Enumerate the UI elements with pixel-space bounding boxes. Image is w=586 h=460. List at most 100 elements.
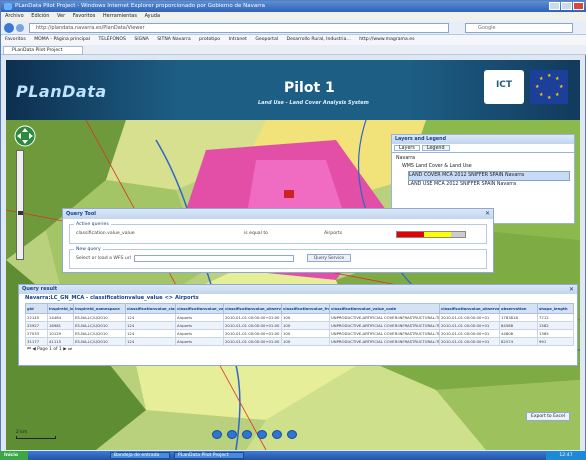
pilot-subtitle: Land Use - Land Cover Analysis System — [258, 100, 369, 106]
table-cell: UNPRODUCTIVE-ARTIFICIAL COVER:INFRASTRUC… — [329, 321, 440, 330]
next-page-icon[interactable]: ▶ — [63, 347, 66, 352]
taskbar-app-mail[interactable]: Bandeja de entrada — [110, 452, 170, 459]
active-query-value: Airports — [324, 231, 343, 236]
menu-help[interactable]: Ayuda — [145, 13, 160, 19]
favorite-link[interactable]: TELÉFONOS — [99, 37, 126, 42]
table-cell: UNPRODUCTIVE-ARTIFICIAL COVER:INFRASTRUC… — [329, 313, 440, 322]
column-header[interactable]: classificationvalue_fraction — [281, 303, 330, 314]
taskbar-app-browser[interactable]: PLanData Pilot Project — [174, 452, 244, 459]
page-indicator[interactable]: Page 1 of 1 — [37, 347, 62, 352]
forward-icon[interactable] — [16, 24, 24, 32]
menu-bar: Archivo Edición Ver Favoritos Herramient… — [1, 12, 586, 21]
pan-control-icon[interactable] — [14, 125, 36, 147]
wfs-url-select[interactable] — [134, 255, 294, 262]
back-icon[interactable] — [4, 23, 14, 33]
column-header[interactable]: observation — [499, 303, 538, 314]
query-service-button[interactable]: Query Service — [307, 254, 351, 262]
menu-edit[interactable]: Edición — [31, 13, 49, 19]
table-row[interactable]: 31177 41115 ES-NA-LC/U/2010 124 Airports… — [25, 337, 574, 346]
table-cell: 100 — [281, 321, 330, 330]
favorite-link[interactable]: MOMA - Página principal — [34, 37, 90, 42]
query-tool-window: Query Tool ✕ Active queries classificati… — [62, 208, 494, 273]
table-cell: 2010-01-01 00:00:00+01 — [439, 337, 500, 346]
table-cell: ES-NA-LC/U/2010 — [73, 321, 126, 330]
query-result-header: Query result ✕ — [19, 285, 577, 294]
active-query-row: classification.value_value is equal to A… — [74, 229, 482, 239]
url-input[interactable]: http://plandata.navarra.es/PlanData/View… — [29, 23, 449, 33]
new-query-fieldset: New query Select or load a WFS url Query… — [69, 247, 487, 269]
maximize-button[interactable] — [561, 2, 572, 10]
window-controls — [549, 2, 584, 10]
browser-tab[interactable]: PLanData Pilot Project — [3, 46, 83, 55]
address-bar: http://plandata.navarra.es/PlanData/View… — [1, 21, 586, 35]
table-cell: 1783818 — [499, 313, 538, 322]
table-cell: Airports — [175, 329, 224, 338]
start-button[interactable]: Inicio — [0, 451, 28, 460]
close-button[interactable] — [573, 2, 584, 10]
tab-layers[interactable]: Layers — [394, 145, 420, 151]
active-query-color-bar[interactable] — [396, 231, 466, 238]
menu-favorites[interactable]: Favoritos — [73, 13, 96, 19]
last-page-icon[interactable]: ⏭ — [68, 347, 72, 352]
map-bottom-toolbar — [212, 430, 297, 439]
table-row[interactable]: 22145 14464 ES-NA-LC/U/2010 124 Airports… — [25, 313, 574, 322]
column-header[interactable]: classificationvalue_value_code — [329, 303, 440, 314]
title-bar: PLanData Pilot Project - Windows Interne… — [1, 1, 586, 12]
layer-group-navarra[interactable]: Navarra — [396, 155, 570, 163]
menu-tools[interactable]: Herramientas — [103, 13, 137, 19]
measure-tool-icon[interactable] — [272, 430, 282, 439]
scale-label: 2 km — [16, 430, 28, 435]
zoom-slider-thumb[interactable] — [18, 211, 23, 215]
table-row[interactable]: 27033 10129 ES-NA-LC/U/2010 124 Airports… — [25, 329, 574, 338]
first-page-icon[interactable]: ⏮ — [27, 347, 31, 352]
table-cell: 84568 — [499, 321, 538, 330]
new-query-row: Select or load a WFS url Query Service — [74, 254, 482, 264]
close-icon[interactable]: ✕ — [569, 285, 574, 294]
column-header[interactable]: gid — [25, 303, 48, 314]
zoom-slider[interactable] — [16, 150, 24, 260]
query-result-table: gid inspireid_localid inspireid_namespac… — [25, 303, 574, 346]
favorite-link[interactable]: SITNA Navarra — [157, 37, 190, 42]
layer-item-land-cover[interactable]: LAND COVER MCA 2012 SNIFFER SPAIN Navarr… — [408, 171, 570, 181]
column-header[interactable]: classificationvalue_value — [175, 303, 224, 314]
table-cell: UNPRODUCTIVE-ARTIFICIAL COVER:INFRASTRUC… — [329, 337, 440, 346]
table-cell: 124 — [125, 329, 176, 338]
favorite-link[interactable]: http://www.magrama.es — [359, 37, 414, 42]
pan-tool-icon[interactable] — [242, 430, 252, 439]
search-input[interactable]: Google — [465, 23, 573, 33]
layer-group-wms[interactable]: WMS Land Cover & Land Use — [396, 163, 570, 171]
favorite-link[interactable]: Desarrollo Rural, Industria... — [287, 37, 351, 42]
scale-line — [16, 436, 56, 439]
table-cell: 82574 — [499, 337, 538, 346]
table-cell: 27033 — [25, 329, 48, 338]
zoom-out-tool-icon[interactable] — [227, 430, 237, 439]
table-cell: ES-NA-LC/U/2010 — [73, 337, 126, 346]
new-query-legend: New query — [76, 247, 101, 252]
table-cell: 2010-01-01 00:00:00+01 — [439, 329, 500, 338]
table-cell: 2010-01-01 00:00:00+01 — [439, 313, 500, 322]
menu-view[interactable]: Ver — [57, 13, 65, 19]
favorite-link[interactable]: SIGNA — [134, 37, 148, 42]
export-to-excel-button[interactable]: Export to Excel — [526, 412, 570, 421]
minimize-button[interactable] — [549, 2, 560, 10]
favorite-link[interactable]: prototipo — [199, 37, 220, 42]
table-cell: 22145 — [25, 313, 48, 322]
menu-file[interactable]: Archivo — [5, 13, 24, 19]
column-header[interactable]: classificationvalue_classificationvalue — [125, 303, 176, 314]
column-header[interactable]: classificationvalue_observationdate_2 — [439, 303, 500, 314]
print-tool-icon[interactable] — [287, 430, 297, 439]
column-header[interactable]: inspireid_localid — [47, 303, 74, 314]
column-header[interactable]: classificationvalue_observationdate — [223, 303, 282, 314]
info-tool-icon[interactable] — [257, 430, 267, 439]
table-row[interactable]: 25927 16981 ES-NA-LC/U/2010 124 Airports… — [25, 321, 574, 330]
layer-item-land-use[interactable]: LAND USE MCA 2012 SNIFFER SPAIN Navarra — [396, 181, 570, 189]
column-header[interactable]: shape_length — [537, 303, 574, 314]
favorites-button[interactable]: Favoritos — [5, 37, 26, 42]
favorite-link[interactable]: Intranet — [229, 37, 247, 42]
close-icon[interactable]: ✕ — [485, 209, 490, 219]
favorite-link[interactable]: Geoportal — [255, 37, 278, 42]
column-header[interactable]: inspireid_namespace — [73, 303, 126, 314]
prev-page-icon[interactable]: ◀ — [32, 347, 35, 352]
zoom-in-tool-icon[interactable] — [212, 430, 222, 439]
tab-legend[interactable]: Legend — [421, 145, 450, 151]
